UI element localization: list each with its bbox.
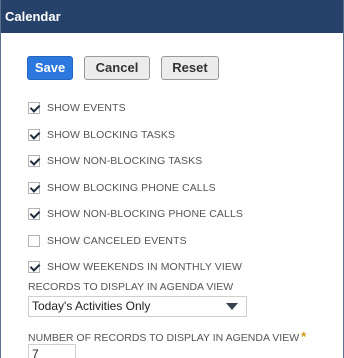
checkbox[interactable] [28, 128, 40, 141]
caret-down-icon[interactable] [226, 303, 238, 310]
checkbox[interactable] [28, 261, 40, 274]
checkbox[interactable] [28, 155, 40, 168]
option-label: SHOW WEEKENDS IN MONTHLY VIEW [47, 261, 243, 274]
option-label: SHOW NON-BLOCKING TASKS [47, 155, 203, 168]
option-label: SHOW EVENTS [47, 102, 126, 115]
option-show-blocking-tasks[interactable]: SHOW BLOCKING TASKS [28, 122, 243, 149]
checkbox[interactable] [28, 234, 40, 247]
checkbox[interactable] [28, 181, 40, 194]
reset-button[interactable]: Reset [161, 56, 219, 80]
option-label: SHOW BLOCKING PHONE CALLS [47, 181, 216, 194]
option-label: SHOW BLOCKING TASKS [47, 128, 176, 141]
panel-title: Calendar [1, 0, 343, 33]
cancel-button[interactable]: Cancel [84, 56, 150, 80]
option-show-canceled-events[interactable]: SHOW CANCELED EVENTS [28, 228, 243, 255]
toolbar: Save Cancel Reset [27, 56, 219, 80]
number-of-records-label: NUMBER OF RECORDS TO DISPLAY IN AGENDA V… [28, 329, 306, 344]
records-to-display-value: Today's Activities Only [32, 299, 151, 313]
records-to-display-select[interactable]: Today's Activities Only [28, 296, 247, 317]
option-show-blocking-phone-calls[interactable]: SHOW BLOCKING PHONE CALLS [28, 175, 243, 202]
option-show-weekends-monthly[interactable]: SHOW WEEKENDS IN MONTHLY VIEW [28, 254, 243, 281]
save-button[interactable]: Save [27, 56, 73, 80]
checkbox[interactable] [28, 208, 40, 221]
option-show-events[interactable]: SHOW EVENTS [28, 95, 243, 122]
option-show-non-blocking-tasks[interactable]: SHOW NON-BLOCKING TASKS [28, 148, 243, 175]
option-label: SHOW NON-BLOCKING PHONE CALLS [47, 208, 244, 221]
required-marker: * [301, 329, 307, 344]
number-of-records-label-text: NUMBER OF RECORDS TO DISPLAY IN AGENDA V… [28, 332, 300, 344]
option-show-non-blocking-phone-calls[interactable]: SHOW NON-BLOCKING PHONE CALLS [28, 201, 243, 228]
records-to-display-label: RECORDS TO DISPLAY IN AGENDA VIEW [28, 281, 234, 293]
number-of-records-input[interactable]: 7 [28, 344, 76, 358]
calendar-settings-panel: Calendar Save Cancel Reset SHOW EVENTS S… [0, 0, 344, 358]
option-label: SHOW CANCELED EVENTS [47, 234, 187, 247]
display-options: SHOW EVENTS SHOW BLOCKING TASKS SHOW NON… [28, 95, 243, 281]
checkbox[interactable] [28, 102, 40, 115]
